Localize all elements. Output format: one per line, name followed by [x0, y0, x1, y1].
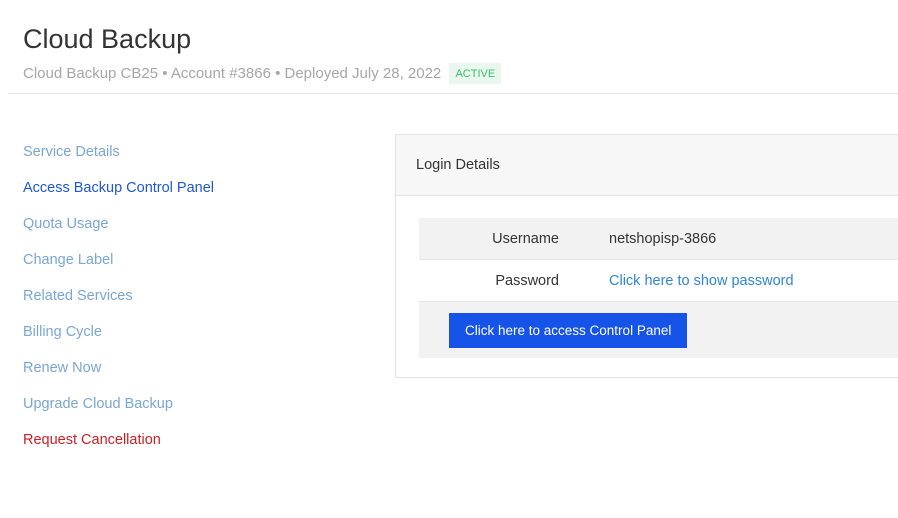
- sidebar-item-billing-cycle[interactable]: Billing Cycle: [23, 321, 363, 357]
- page: Cloud Backup Cloud Backup CB25 • Account…: [0, 0, 898, 518]
- show-password-link[interactable]: Click here to show password: [609, 273, 794, 289]
- sidebar-item-service-details[interactable]: Service Details: [23, 141, 363, 177]
- sidebar-item-renew-now[interactable]: Renew Now: [23, 357, 363, 393]
- page-title: Cloud Backup: [23, 24, 192, 54]
- sidebar-item-change-label[interactable]: Change Label: [23, 249, 363, 285]
- username-label: Username: [492, 230, 559, 247]
- header-divider: [8, 93, 898, 94]
- sidebar-nav: Service Details Access Backup Control Pa…: [23, 141, 363, 465]
- sidebar-item-access-backup-control-panel[interactable]: Access Backup Control Panel: [23, 177, 363, 213]
- table-row-password: Password Click here to show password: [419, 259, 898, 301]
- page-header: Cloud Backup Cloud Backup CB25 • Account…: [23, 22, 898, 85]
- panel-heading: Login Details: [396, 135, 898, 196]
- sidebar-item-quota-usage[interactable]: Quota Usage: [23, 213, 363, 249]
- login-details-panel: Login Details Username netshopisp-3866 P…: [395, 134, 898, 378]
- username-value: netshopisp-3866: [609, 230, 717, 247]
- subtitle-text: Cloud Backup CB25 • Account #3866 • Depl…: [23, 65, 442, 82]
- login-details-table: Username netshopisp-3866 Password Click …: [419, 218, 898, 358]
- table-row-username: Username netshopisp-3866: [419, 218, 898, 259]
- sidebar-item-request-cancellation[interactable]: Request Cancellation: [23, 429, 363, 465]
- access-control-panel-button[interactable]: Click here to access Control Panel: [449, 312, 688, 348]
- sidebar-item-upgrade-cloud-backup[interactable]: Upgrade Cloud Backup: [23, 393, 363, 429]
- status-badge: ACTIVE: [449, 63, 502, 84]
- sidebar-item-related-services[interactable]: Related Services: [23, 285, 363, 321]
- action-row: Click here to access Control Panel: [419, 301, 898, 358]
- service-subtitle: Cloud Backup CB25 • Account #3866 • Depl…: [23, 63, 898, 85]
- password-label: Password: [495, 272, 559, 289]
